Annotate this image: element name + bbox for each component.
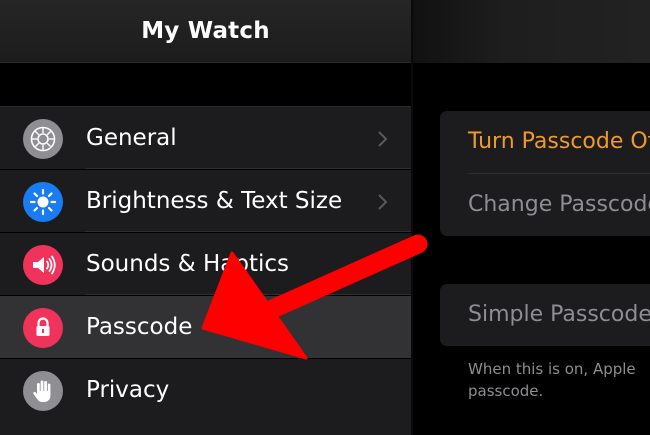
chevron-right-icon — [378, 131, 388, 147]
detail-nav-bar — [413, 0, 650, 63]
gear-icon — [23, 119, 63, 159]
simple-passcode-toggle[interactable]: Simple Passcode — [440, 284, 650, 346]
row-divider — [85, 168, 411, 169]
chevron-right-icon — [378, 194, 388, 210]
menu-item-general[interactable]: General — [0, 107, 411, 169]
simple-passcode-group: Simple Passcode — [440, 284, 650, 346]
footer-line: passcode. — [468, 382, 544, 400]
footer-line: When this is on, Apple — [468, 360, 636, 378]
settings-list-panel: My Watch General Brightness & Text Size … — [0, 0, 411, 435]
hand-icon — [23, 371, 63, 411]
sun-icon — [23, 182, 63, 222]
passcode-group: Turn Passcode Off Change Passcode — [440, 111, 650, 236]
speaker-icon — [23, 245, 63, 285]
row-divider — [85, 294, 411, 295]
menu-item-label: Passcode — [86, 314, 193, 340]
lock-icon — [23, 308, 63, 348]
menu-item-label: Brightness & Text Size — [86, 188, 343, 214]
simple-passcode-footer: When this is on, Apple passcode. — [468, 358, 650, 402]
menu-item-label: Sounds & Haptics — [86, 251, 289, 277]
menu-item-passcode[interactable]: Passcode — [0, 296, 411, 358]
page-title: My Watch — [141, 18, 270, 44]
change-passcode-button[interactable]: Change Passcode — [440, 174, 650, 236]
menu-item-brightness[interactable]: Brightness & Text Size — [0, 170, 411, 232]
nav-bar: My Watch — [0, 0, 411, 63]
menu-item-sounds-haptics[interactable]: Sounds & Haptics — [0, 233, 411, 295]
turn-passcode-off-button[interactable]: Turn Passcode Off — [440, 111, 650, 173]
menu-item-privacy[interactable]: Privacy — [0, 359, 411, 435]
passcode-detail-panel: Turn Passcode Off Change Passcode Simple… — [413, 0, 650, 435]
row-divider — [85, 231, 411, 232]
menu-item-label: General — [86, 125, 177, 151]
menu-item-label: Privacy — [86, 377, 170, 403]
